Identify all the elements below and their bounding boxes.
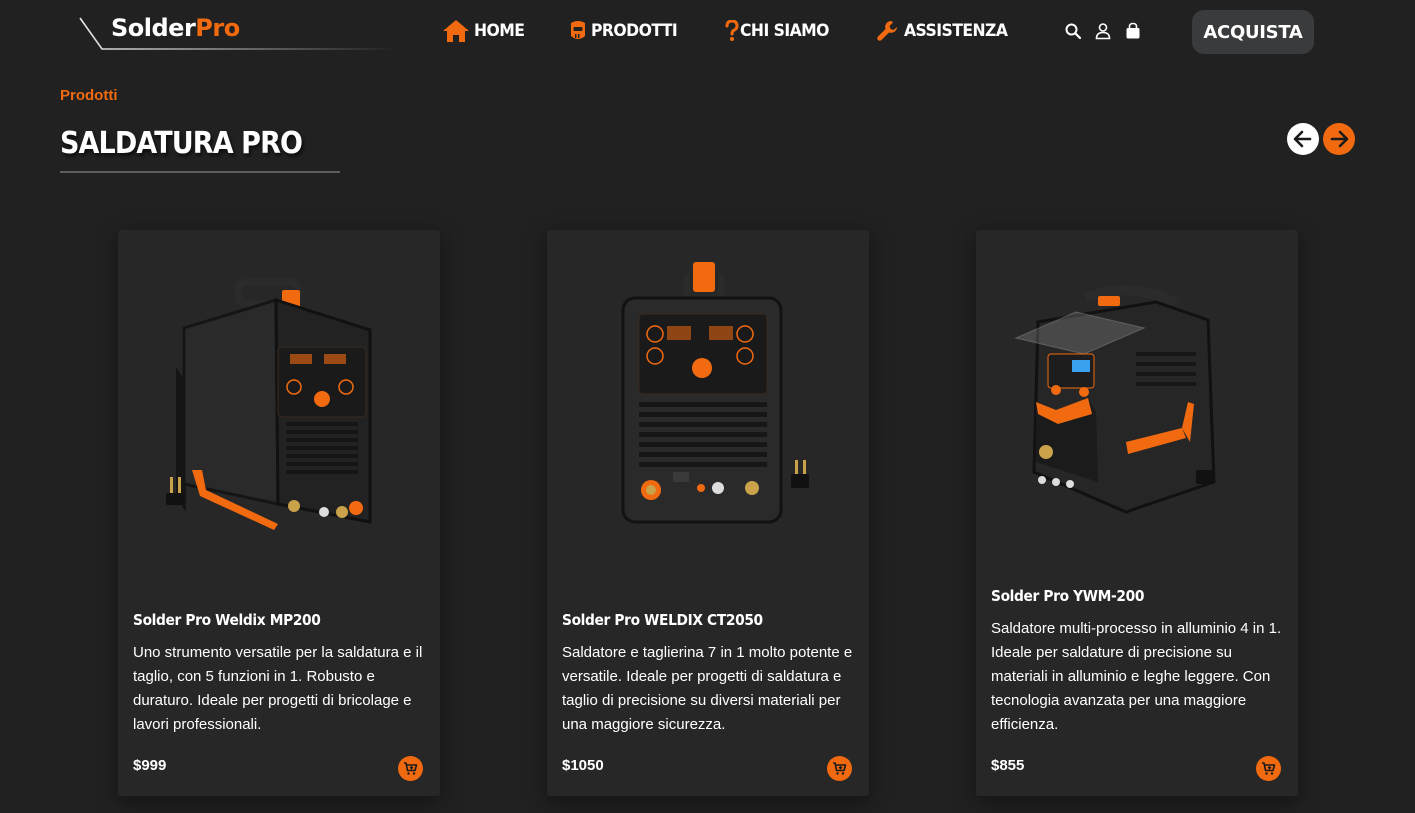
section-title: SALDATURA PRO <box>60 126 303 161</box>
nav-label-prodotti: PRODOTTI <box>590 21 678 41</box>
add-to-cart-button[interactable] <box>1256 756 1281 781</box>
carousel-next-button[interactable] <box>1323 123 1355 155</box>
product-price: $999 <box>133 757 167 774</box>
breadcrumb-prodotti[interactable]: Prodotti <box>60 87 118 104</box>
wrench-icon <box>876 19 900 43</box>
question-mark-icon <box>725 20 739 42</box>
add-to-cart-button[interactable] <box>398 756 423 781</box>
product-card[interactable]: Solder Pro YWM-200 Saldatore multi-proce… <box>976 230 1298 796</box>
nav-item-assistenza[interactable]: ASSISTENZA <box>876 19 1016 43</box>
nav-item-prodotti[interactable]: PRODOTTI <box>569 20 685 42</box>
product-image <box>166 278 372 530</box>
nav-label-home: HOME <box>474 21 525 41</box>
cart-icon <box>404 762 418 775</box>
product-image <box>1014 285 1216 514</box>
site-header: SolderPro HOME PRODOTTI CHI SIAMO ASSIST… <box>0 0 1415 62</box>
site-logo[interactable]: SolderPro <box>76 4 406 54</box>
user-icon[interactable] <box>1094 22 1112 40</box>
nav-label-assistenza: ASSISTENZA <box>904 21 1008 41</box>
product-price: $855 <box>991 757 1025 774</box>
product-card[interactable]: Solder Pro WELDIX CT2050 Saldatore e tag… <box>547 230 869 796</box>
product-card[interactable]: Solder Pro Weldix MP200 Uno strumento ve… <box>118 230 440 796</box>
main-nav: HOME PRODOTTI CHI SIAMO ASSISTENZA <box>442 16 1057 46</box>
product-name[interactable]: Solder Pro Weldix MP200 <box>133 611 321 629</box>
logo-text: SolderPro <box>111 14 240 42</box>
product-description: Saldatore e taglierina 7 in 1 molto pote… <box>562 644 853 733</box>
carousel-prev-button[interactable] <box>1287 123 1319 155</box>
header-utilities <box>1064 22 1154 40</box>
shopping-bag-icon[interactable] <box>1124 22 1142 40</box>
welding-mask-icon <box>569 20 587 42</box>
product-image <box>621 262 809 524</box>
nav-label-chi-siamo: CHI SIAMO <box>739 21 829 41</box>
product-description: Saldatore multi-processo in alluminio 4 … <box>991 620 1282 733</box>
buy-button[interactable]: ACQUISTA <box>1192 10 1314 54</box>
product-price: $1050 <box>562 757 604 774</box>
title-underline <box>60 171 340 173</box>
arrow-left-icon <box>1293 130 1312 148</box>
add-to-cart-button[interactable] <box>827 756 852 781</box>
product-description: Uno strumento versatile per la saldatura… <box>133 644 423 733</box>
product-name[interactable]: Solder Pro YWM-200 <box>991 587 1144 605</box>
cart-icon <box>833 762 847 775</box>
search-icon[interactable] <box>1064 22 1082 40</box>
home-icon <box>442 19 470 43</box>
product-name[interactable]: Solder Pro WELDIX CT2050 <box>562 611 763 629</box>
cart-icon <box>1262 762 1276 775</box>
nav-item-chi-siamo[interactable]: CHI SIAMO <box>725 20 837 42</box>
nav-item-home[interactable]: HOME <box>442 19 529 43</box>
arrow-right-icon <box>1330 130 1349 148</box>
